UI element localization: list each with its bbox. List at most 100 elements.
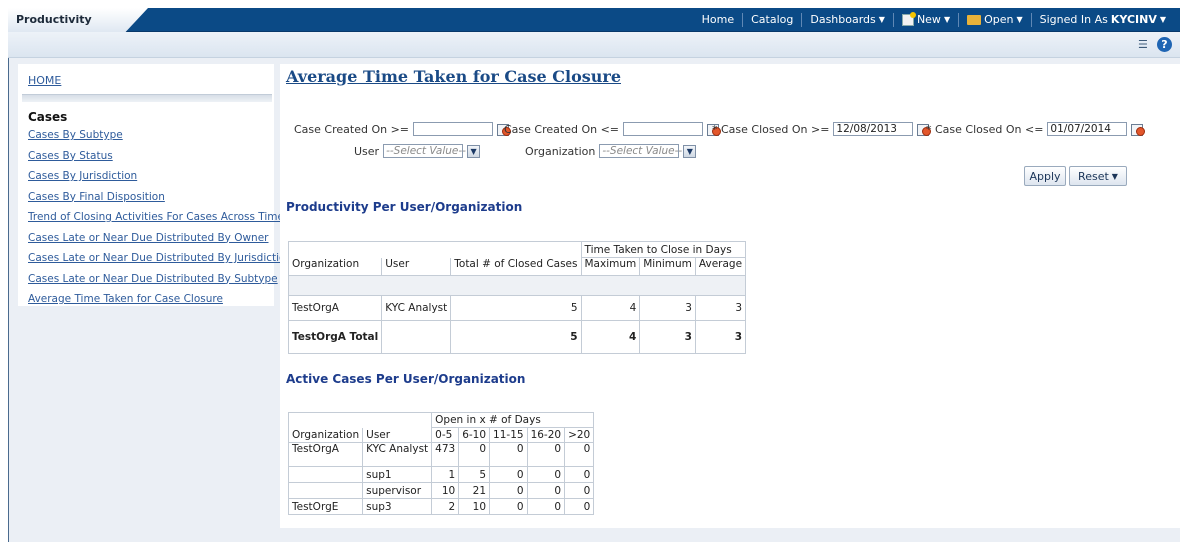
closed-from-input[interactable] bbox=[833, 122, 914, 136]
nav-catalog[interactable]: Catalog bbox=[742, 13, 801, 27]
table-cell: 0 bbox=[526, 498, 566, 515]
table-group-header-row: Time Taken to Close in Days bbox=[288, 241, 747, 258]
nav-home[interactable]: Home bbox=[694, 13, 742, 27]
chevron-down-icon[interactable]: ▼ bbox=[467, 144, 481, 158]
chevron-down-icon[interactable]: ▼ bbox=[683, 144, 697, 158]
table-header-row: Organization User Total # of Closed Case… bbox=[287, 257, 747, 276]
nav-dashboards[interactable]: Dashboards ▼ bbox=[801, 13, 893, 27]
divider bbox=[22, 94, 272, 102]
chevron-down-icon: ▼ bbox=[1016, 15, 1023, 24]
filter-label: Organization bbox=[525, 144, 596, 158]
chevron-down-icon: ▼ bbox=[943, 15, 951, 24]
table-cell: 21 bbox=[458, 482, 491, 499]
calendar-icon[interactable] bbox=[1131, 123, 1146, 136]
sidebar-home-link[interactable]: HOME bbox=[28, 74, 61, 87]
nav-signed-in[interactable]: Signed In As KYCINV ▼ bbox=[1030, 13, 1174, 27]
sidebar-link-cases-by-subtype[interactable]: Cases By Subtype bbox=[28, 129, 123, 141]
column-header: User bbox=[381, 257, 452, 276]
productivity-table: Time Taken to Close in Days Organization… bbox=[287, 241, 747, 354]
nav-new-label: New bbox=[916, 13, 941, 26]
table-cell: 5 bbox=[450, 295, 582, 321]
created-from-input[interactable] bbox=[413, 122, 494, 136]
table-cell: TestOrgA bbox=[287, 442, 364, 467]
table-cell: KYC Analyst bbox=[362, 442, 433, 467]
table-cell: 473 bbox=[431, 442, 460, 467]
table-row: TestOrgE sup3 2 10 0 0 0 bbox=[287, 498, 595, 515]
sidebar-link-late-by-subtype[interactable]: Cases Late or Near Due Distributed By Su… bbox=[28, 273, 278, 285]
page-options-icons: ☰ ? bbox=[1138, 37, 1172, 52]
nav-new[interactable]: New ▼ bbox=[892, 12, 958, 27]
apply-button[interactable]: Apply bbox=[1024, 166, 1066, 186]
table-cell: 5 bbox=[458, 466, 491, 483]
column-header: Maximum bbox=[580, 257, 641, 276]
page-options-icon[interactable]: ☰ bbox=[1138, 38, 1152, 51]
table-cell bbox=[287, 482, 364, 499]
table-cell: 0 bbox=[526, 482, 566, 499]
filter-prompts: Case Created On >= Case Created On <= * … bbox=[280, 122, 1180, 170]
list-item: Average Time Taken for Case Closure bbox=[28, 292, 292, 313]
table-row: sup1 1 5 0 0 0 bbox=[287, 466, 595, 483]
active-cases-section-title: Active Cases Per User/Organization bbox=[286, 372, 526, 386]
column-header: Minimum bbox=[639, 257, 696, 276]
filter-label: User bbox=[354, 144, 380, 158]
sidebar-link-cases-by-status[interactable]: Cases By Status bbox=[28, 150, 113, 162]
table-cell: sup3 bbox=[362, 498, 433, 515]
table-cell: 4 bbox=[580, 295, 641, 321]
chevron-down-icon: ▼ bbox=[1111, 171, 1118, 181]
page-title[interactable]: Average Time Taken for Case Closure bbox=[286, 67, 621, 86]
list-item: Cases By Final Disposition bbox=[28, 190, 292, 211]
table-cell: 2 bbox=[431, 498, 460, 515]
table-cell: 0 bbox=[564, 482, 595, 499]
column-header: Total # of Closed Cases bbox=[450, 257, 582, 276]
table-cell: 0 bbox=[489, 466, 528, 483]
created-to-input[interactable] bbox=[623, 122, 704, 136]
table-cell: 0 bbox=[526, 442, 566, 467]
table-cell: 0 bbox=[526, 466, 566, 483]
organization-select[interactable]: --Select Value-- bbox=[599, 144, 682, 158]
column-header: 16-20 bbox=[526, 427, 566, 443]
table-cell: 4 bbox=[580, 320, 641, 354]
reset-button-label: Reset bbox=[1078, 169, 1109, 183]
signed-in-user: KYCINV bbox=[1110, 13, 1157, 26]
table-cell: 0 bbox=[564, 442, 595, 467]
table-cell: 0 bbox=[564, 466, 595, 483]
closed-to-input[interactable] bbox=[1047, 122, 1128, 136]
table-row: TestOrgA KYC Analyst 473 0 0 0 0 bbox=[287, 442, 595, 467]
nav-open-label: Open bbox=[984, 13, 1014, 26]
reset-button[interactable]: Reset ▼ bbox=[1069, 166, 1127, 186]
table-cell: 3 bbox=[694, 295, 747, 321]
sidebar-link-late-by-owner[interactable]: Cases Late or Near Due Distributed By Ow… bbox=[28, 232, 269, 244]
filter-label: Case Created On <= bbox=[504, 122, 620, 136]
list-item: Cases Late or Near Due Distributed By Ow… bbox=[28, 231, 292, 252]
list-item: Cases By Jurisdiction bbox=[28, 169, 292, 190]
folder-icon bbox=[967, 15, 982, 25]
table-cell: 1 bbox=[431, 466, 460, 483]
table-cell: 3 bbox=[639, 295, 696, 321]
column-header: Organization bbox=[287, 427, 364, 443]
chevron-down-icon: ▼ bbox=[1159, 15, 1166, 24]
sidebar-link-trend-of-closing[interactable]: Trend of Closing Activities For Cases Ac… bbox=[28, 211, 284, 223]
user-select[interactable]: --Select Value-- bbox=[383, 144, 466, 158]
table-cell bbox=[381, 320, 452, 354]
list-item: Cases Late or Near Due Distributed By Ju… bbox=[28, 251, 292, 272]
sidebar-link-cases-by-jurisdiction[interactable]: Cases By Jurisdiction bbox=[28, 170, 137, 182]
global-nav: Home Catalog Dashboards ▼ New ▼ Open ▼ S… bbox=[694, 8, 1174, 32]
table-cell: TestOrgA bbox=[287, 295, 383, 321]
sidebar-link-average-time[interactable]: Average Time Taken for Case Closure bbox=[28, 293, 223, 305]
new-document-icon bbox=[901, 12, 916, 26]
sidebar-section-title: Cases bbox=[28, 110, 68, 124]
sidebar-link-cases-by-final-disposition[interactable]: Cases By Final Disposition bbox=[28, 191, 165, 203]
app-tab[interactable]: Productivity bbox=[8, 8, 148, 32]
help-icon[interactable]: ? bbox=[1157, 37, 1172, 52]
table-total-row: TestOrgA Total 5 4 3 3 bbox=[287, 320, 747, 354]
top-bar: Productivity Home Catalog Dashboards ▼ N… bbox=[8, 8, 1180, 32]
page-options-bar: ☰ ? bbox=[8, 32, 1180, 58]
chevron-down-icon: ▼ bbox=[878, 15, 885, 24]
sidebar: HOME Cases Cases By Subtype Cases By Sta… bbox=[18, 64, 292, 306]
filter-closed-from: * Case Closed On >= bbox=[712, 122, 932, 136]
table-cell: 10 bbox=[431, 482, 460, 499]
sidebar-link-late-by-jurisdiction[interactable]: Cases Late or Near Due Distributed By Ju… bbox=[28, 252, 292, 264]
nav-open[interactable]: Open ▼ bbox=[958, 13, 1031, 27]
filter-user: User --Select Value-- ▼ bbox=[354, 144, 481, 158]
sidebar-links: Cases By Subtype Cases By Status Cases B… bbox=[28, 128, 292, 313]
